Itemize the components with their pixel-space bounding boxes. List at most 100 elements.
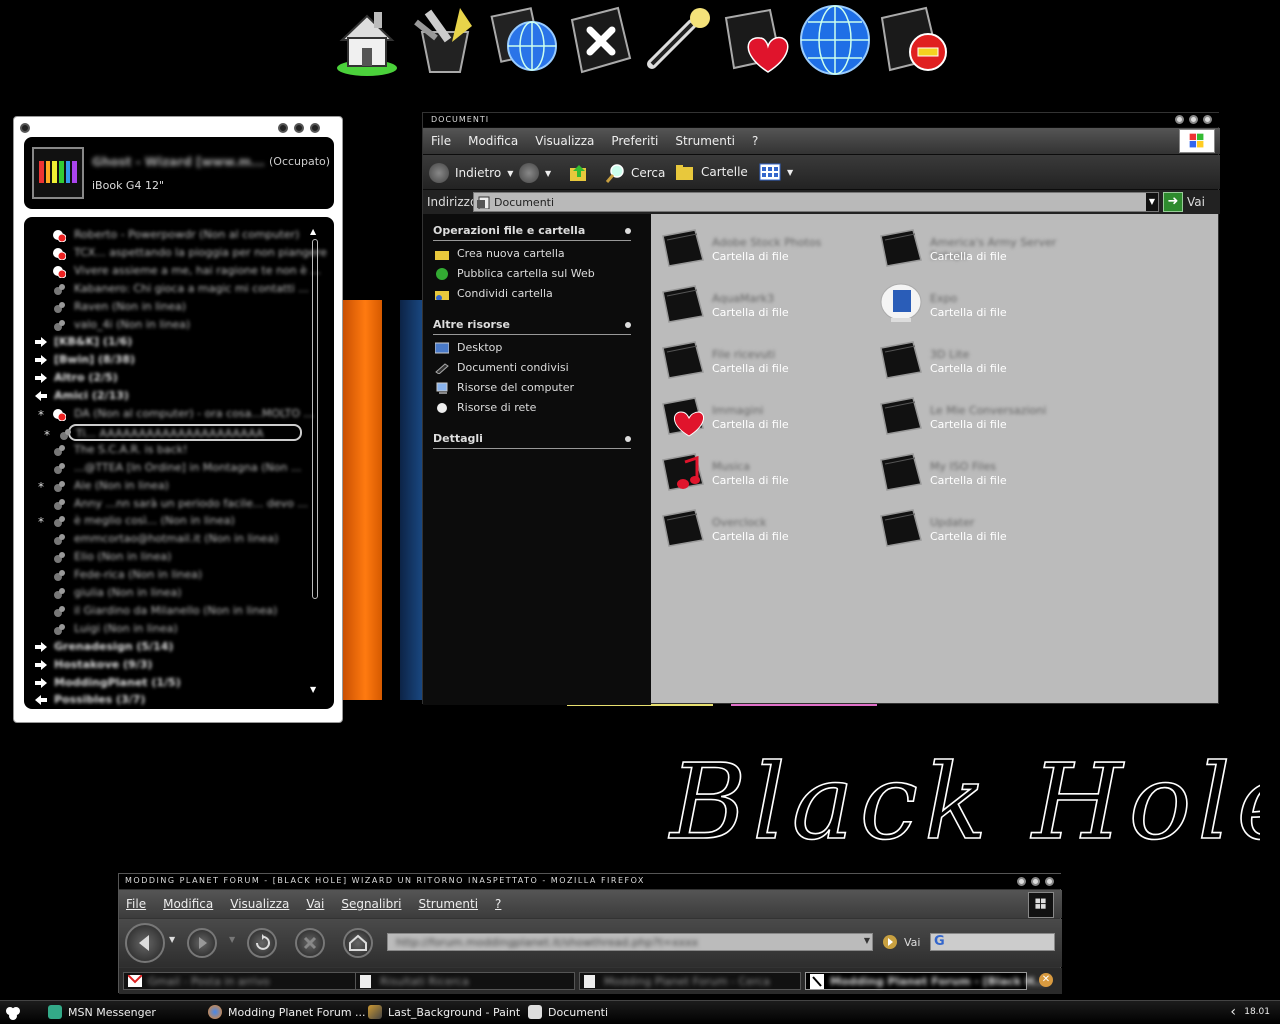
task-documenti[interactable]: Documenti (528, 1005, 608, 1019)
contact-item[interactable]: The S.C.A.R. is back! (24, 442, 314, 459)
task-new-folder[interactable]: Crea nuova cartella (435, 247, 565, 260)
views-button[interactable]: ▼ (759, 163, 793, 181)
expand-group-icon[interactable] (34, 371, 48, 385)
close-button[interactable] (310, 123, 320, 133)
google-search-icon[interactable]: G (934, 934, 945, 949)
collapse-icon[interactable] (625, 228, 631, 234)
views-dropdown-icon[interactable]: ▼ (787, 168, 793, 177)
contact-group[interactable]: Hostakove (9/3) (24, 657, 314, 674)
file-item[interactable]: My ISO Files Cartella di file (873, 446, 1083, 496)
contact-group[interactable]: Amici (2/13) (24, 388, 314, 405)
up-folder-button[interactable] (569, 163, 589, 183)
web-tools-icon[interactable] (486, 2, 560, 78)
start-button-icon[interactable] (4, 1004, 22, 1022)
status-label[interactable]: (Occupato) (269, 155, 330, 168)
menu-visualizza[interactable]: Visualizza (535, 134, 594, 148)
scroll-up-icon[interactable]: ▲ (310, 227, 316, 236)
stop-button[interactable] (295, 928, 325, 958)
expand-icon[interactable] (625, 436, 631, 442)
expand-group-icon[interactable] (34, 640, 48, 654)
close-button[interactable] (1203, 115, 1212, 124)
menu-modifica[interactable]: Modifica (163, 897, 213, 911)
contact-item[interactable]: giulia (Non in linea) (24, 585, 314, 602)
forward-dropdown-icon[interactable]: ▼ (229, 935, 235, 944)
place-desktop[interactable]: Desktop (435, 341, 502, 354)
search-button[interactable]: Cerca (605, 163, 665, 183)
window-menu-icon[interactable] (20, 123, 30, 133)
search-input[interactable]: G (930, 933, 1055, 951)
contact-item[interactable]: Roberto - Powerpowdr (Non al computer) (24, 227, 314, 244)
go-button[interactable]: Vai (882, 934, 920, 950)
back-dropdown-icon[interactable]: ▼ (169, 935, 175, 944)
task-firefox[interactable]: Modding Planet Forum ... (208, 1005, 366, 1019)
back-button[interactable] (125, 923, 165, 963)
task-paint[interactable]: Last_Background - Paint (368, 1005, 520, 1019)
tab-forum-search[interactable]: Modding Planet Forum - Cerca (579, 972, 801, 990)
reload-button[interactable] (247, 928, 277, 958)
file-item[interactable]: Expo Cartella di file (873, 278, 1083, 328)
collapse-icon[interactable] (625, 322, 631, 328)
contact-item[interactable]: Luigi (Non in linea) (24, 621, 314, 638)
expand-group-icon[interactable] (34, 335, 48, 349)
contact-item[interactable]: * DA (Non al computer) - ora cosa...MOLTO… (24, 406, 314, 423)
contact-group[interactable]: [Bwin] (8/38) (24, 352, 314, 369)
contact-item[interactable]: emmcortao@hotmail.it (Non in linea) (24, 531, 314, 548)
remove-folder-icon[interactable] (876, 2, 950, 78)
place-shared-documents[interactable]: Documenti condivisi (435, 361, 569, 374)
contact-group[interactable]: Possibles (3/7) (24, 692, 314, 709)
favorites-folder-icon[interactable] (720, 2, 794, 78)
other-places-header[interactable]: Altre risorse (433, 318, 631, 335)
file-tasks-header[interactable]: Operazioni file e cartella (433, 224, 631, 241)
contact-item[interactable]: * Ti... AAAAAAAAAAAAAAAAAAAAA (44, 423, 302, 442)
file-item[interactable]: Overclock Cartella di file (655, 502, 865, 552)
menu-segnalibri[interactable]: Segnalibri (341, 897, 401, 911)
back-dropdown-icon[interactable]: ▼ (507, 169, 513, 178)
expand-group-icon[interactable] (34, 658, 48, 672)
expand-group-icon[interactable] (34, 676, 48, 690)
forward-dropdown-icon[interactable]: ▼ (545, 169, 551, 178)
expand-group-icon[interactable] (34, 353, 48, 367)
tab-forum-active[interactable]: Modding Planet Forum - [Black H... (805, 972, 1047, 990)
contact-item[interactable]: Raven (Non in linea) (24, 299, 314, 316)
tab-search-results[interactable]: Risultati Ricerca (355, 972, 575, 990)
contact-item[interactable]: valo_4i (Non in linea) (24, 317, 314, 334)
pen-icon[interactable] (642, 2, 716, 78)
file-item[interactable]: Le Mie Conversazioni Cartella di file (873, 390, 1083, 440)
home-icon[interactable] (330, 2, 404, 78)
collapse-group-icon[interactable] (34, 389, 48, 403)
menu-strumenti[interactable]: Strumenti (675, 134, 735, 148)
contact-group[interactable]: ModdingPlanet (1/5) (24, 675, 314, 692)
file-item[interactable]: Updater Cartella di file (873, 502, 1083, 552)
contact-group[interactable]: Grenadesign (5/14) (24, 639, 314, 656)
contact-group[interactable]: [KB&K] (1/6) (24, 334, 314, 351)
menu-vai[interactable]: Vai (306, 897, 324, 911)
place-my-computer[interactable]: Risorse del computer (435, 381, 574, 394)
collapse-group-icon[interactable] (34, 693, 48, 707)
contact-item[interactable]: Elio (Non in linea) (24, 549, 314, 566)
scroll-thumb[interactable] (312, 239, 318, 599)
maximize-button[interactable] (294, 123, 304, 133)
url-dropdown-icon[interactable]: ▼ (864, 936, 870, 945)
forward-button[interactable]: ▼ (519, 163, 551, 183)
address-dropdown-icon[interactable]: ▼ (1146, 193, 1158, 211)
address-input[interactable]: Documenti ▼ (473, 192, 1159, 212)
menu-help[interactable]: ? (495, 897, 501, 911)
avatar[interactable] (32, 147, 84, 199)
contact-group[interactable]: Altro (2/5) (24, 370, 314, 387)
menu-file[interactable]: File (431, 134, 451, 148)
close-button[interactable] (1045, 877, 1054, 886)
task-share-folder[interactable]: Condividi cartella (435, 287, 553, 300)
display-name[interactable]: Ghost - Wizard [www.m... (92, 155, 265, 169)
menu-file[interactable]: File (126, 897, 146, 911)
minimize-button[interactable] (1017, 877, 1026, 886)
contact-item[interactable]: Anny ...nn sarà un periodo facile... dev… (24, 496, 314, 513)
contact-item[interactable]: * è meglio così... (Non in linea) (24, 513, 314, 530)
globe-icon[interactable] (798, 2, 872, 78)
place-network[interactable]: Risorse di rete (435, 401, 536, 414)
task-publish-web[interactable]: Pubblica cartella sul Web (435, 267, 595, 280)
details-header[interactable]: Dettagli (433, 432, 631, 449)
personal-message[interactable]: iBook G4 12" (92, 179, 164, 192)
contact-item[interactable]: Fede-rica (Non in linea) (24, 567, 314, 584)
file-item[interactable]: 3D Lite Cartella di file (873, 334, 1083, 384)
home-button[interactable] (343, 928, 373, 958)
